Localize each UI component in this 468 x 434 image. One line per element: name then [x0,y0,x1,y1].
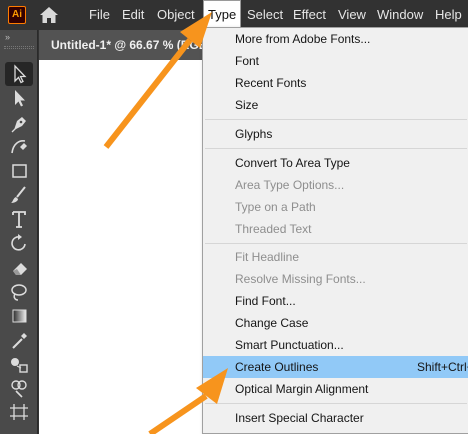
shape-builder-tool-icon[interactable] [5,376,33,400]
collapse-panel-icon[interactable]: » [5,32,10,42]
menu-item-recent-fonts[interactable]: Recent Fonts [203,72,468,94]
menu-item-find-font[interactable]: Find Font... [203,290,468,312]
document-tab-title: Untitled-1* @ 66.67 % (RGB/Preview) [51,38,211,52]
gradient-tool-icon[interactable] [5,304,33,328]
blend-tool-icon[interactable] [5,352,33,376]
menu-edit[interactable]: Edit [122,0,144,30]
menu-separator [205,403,467,404]
menu-effect[interactable]: Effect [293,0,326,30]
direct-selection-tool-icon[interactable] [5,86,33,110]
home-icon[interactable] [38,5,60,25]
menu-select[interactable]: Select [247,0,283,30]
type-tool-icon[interactable] [5,207,33,231]
rectangle-tool-icon[interactable] [5,159,33,183]
menu-separator [205,148,467,149]
menu-item-more-from-adobe-fonts[interactable]: More from Adobe Fonts... [203,28,468,50]
menu-object[interactable]: Object [157,0,195,30]
menu-bar: Ai File Edit Object Type Select Effect V… [0,0,468,30]
menu-help[interactable]: Help [435,0,462,30]
shortcut-create-outlines: Shift+Ctrl+O [417,360,468,374]
document-tab[interactable]: Untitled-1* @ 66.67 % (RGB/Preview) [39,30,211,60]
menu-item-resolve-missing-fonts: Resolve Missing Fonts... [235,272,366,286]
tools-panel: » [0,30,38,434]
menu-item-smart-punctuation[interactable]: Smart Punctuation... [203,334,468,356]
menu-item-glyphs[interactable]: Glyphs [203,123,468,145]
lasso-tool-icon[interactable] [5,280,33,304]
menu-separator [205,243,467,244]
panel-grip[interactable] [4,46,34,49]
menu-separator [205,119,467,120]
menu-item-type-on-a-path: Type on a Path [235,200,316,214]
menu-item-insert-special-character[interactable]: Insert Special Character [203,407,468,429]
selection-tool-icon[interactable] [5,62,33,86]
menu-item-threaded-text: Threaded Text [235,222,312,236]
menu-type[interactable]: Type [203,0,242,30]
app-logo: Ai [8,6,26,24]
type-menu-dropdown: More from Adobe Fonts... Font Recent Fon… [202,27,468,434]
menu-item-font[interactable]: Font [203,50,468,72]
eyedropper-tool-icon[interactable] [5,328,33,352]
menu-window[interactable]: Window [377,0,423,30]
pen-tool-icon[interactable] [5,111,33,135]
menu-item-create-outlines[interactable]: Create Outlines Shift+Ctrl+O [203,356,468,378]
artboard-tool-icon[interactable] [5,400,33,424]
menu-item-optical-margin-alignment[interactable]: Optical Margin Alignment [203,378,468,400]
menu-file[interactable]: File [89,0,110,30]
menu-item-change-case[interactable]: Change Case [203,312,468,334]
menu-view[interactable]: View [338,0,366,30]
paintbrush-tool-icon[interactable] [5,183,33,207]
eraser-tool-icon[interactable] [5,256,33,280]
menu-item-convert-to-area-type[interactable]: Convert To Area Type [203,152,468,174]
artboard-canvas[interactable] [39,60,209,434]
rotate-tool-icon[interactable] [5,231,33,255]
menu-item-area-type-options: Area Type Options... [235,178,345,192]
curvature-tool-icon[interactable] [5,134,33,158]
menu-item-fit-headline: Fit Headline [235,250,300,264]
menu-item-size[interactable]: Size [203,94,468,116]
